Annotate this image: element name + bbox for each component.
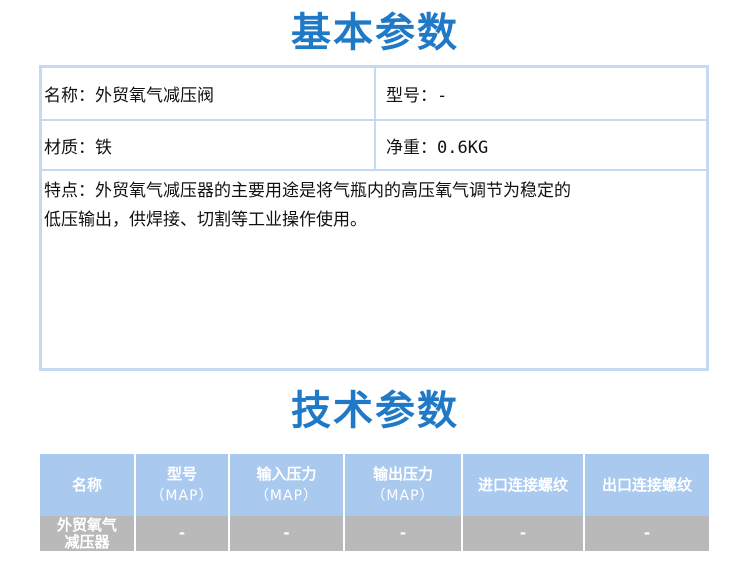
cell-name-line-2: 减压器 <box>64 532 110 551</box>
header-output-pressure-label: 输出压力 <box>372 465 433 483</box>
header-model-unit: （MAP） <box>150 488 214 504</box>
tech-table-header: 名称 型号 （MAP） 输入压力 （MAP） 输出压力 （MAP） 进口连接螺纹… <box>40 454 709 516</box>
product-material: 材质：铁 <box>44 121 376 169</box>
header-input-pressure-unit: （MAP） <box>254 488 319 504</box>
header-name-label: 名称 <box>71 476 102 494</box>
features-line-2: 低压输出，供焊接、切割等工业操作使用。 <box>44 210 367 230</box>
header-input-pressure-label: 输入压力 <box>256 465 317 483</box>
product-name: 名称：外贸氧气减压阀 <box>44 68 376 119</box>
table-row: 外贸氧气 减压器 - - - - - <box>40 516 709 551</box>
cell-input-pressure: - <box>230 516 345 551</box>
header-model: 型号 （MAP） <box>136 454 230 516</box>
basic-row-material-weight: 材质：铁 净重：0.6KG <box>42 121 706 171</box>
cell-outlet-thread: - <box>643 524 651 542</box>
basic-params-table: 名称：外贸氧气减压阀 型号：- 材质：铁 净重：0.6KG 特点：外贸氧气减压器… <box>39 65 709 371</box>
header-name: 名称 <box>40 454 136 516</box>
tech-params-title: 技术参数 <box>291 388 459 434</box>
header-model-label: 型号 <box>166 465 197 483</box>
features-line-1: 特点：外贸氧气减压器的主要用途是将气瓶内的高压氧气调节为稳定的 <box>44 181 571 201</box>
cell-inlet-thread: - <box>463 516 585 551</box>
product-net-weight: 净重：0.6KG <box>386 137 489 158</box>
header-inlet-thread-label: 进口连接螺纹 <box>477 476 568 494</box>
header-output-pressure: 输出压力 （MAP） <box>345 454 463 516</box>
basic-row-name-model: 名称：外贸氧气减压阀 型号：- <box>42 68 706 121</box>
product-features: 特点：外贸氧气减压器的主要用途是将气瓶内的高压氧气调节为稳定的 低压输出，供焊接… <box>44 177 698 235</box>
basic-params-title: 基本参数 <box>291 10 459 56</box>
cell-output-pressure: - <box>345 516 463 551</box>
header-outlet-thread: 出口连接螺纹 <box>585 454 709 516</box>
cell-name-line-1: 外贸氧气 <box>56 515 117 534</box>
product-model: 型号：- <box>386 86 448 106</box>
cell-model: - <box>136 516 230 551</box>
header-output-pressure-unit: （MAP） <box>371 488 435 504</box>
cell-name: 外贸氧气 减压器 <box>40 516 136 551</box>
header-outlet-thread-label: 出口连接螺纹 <box>601 476 692 494</box>
header-inlet-thread: 进口连接螺纹 <box>463 454 585 516</box>
header-input-pressure: 输入压力 （MAP） <box>230 454 345 516</box>
tech-params-table: 名称 型号 （MAP） 输入压力 （MAP） 输出压力 （MAP） 进口连接螺纹… <box>40 454 709 551</box>
